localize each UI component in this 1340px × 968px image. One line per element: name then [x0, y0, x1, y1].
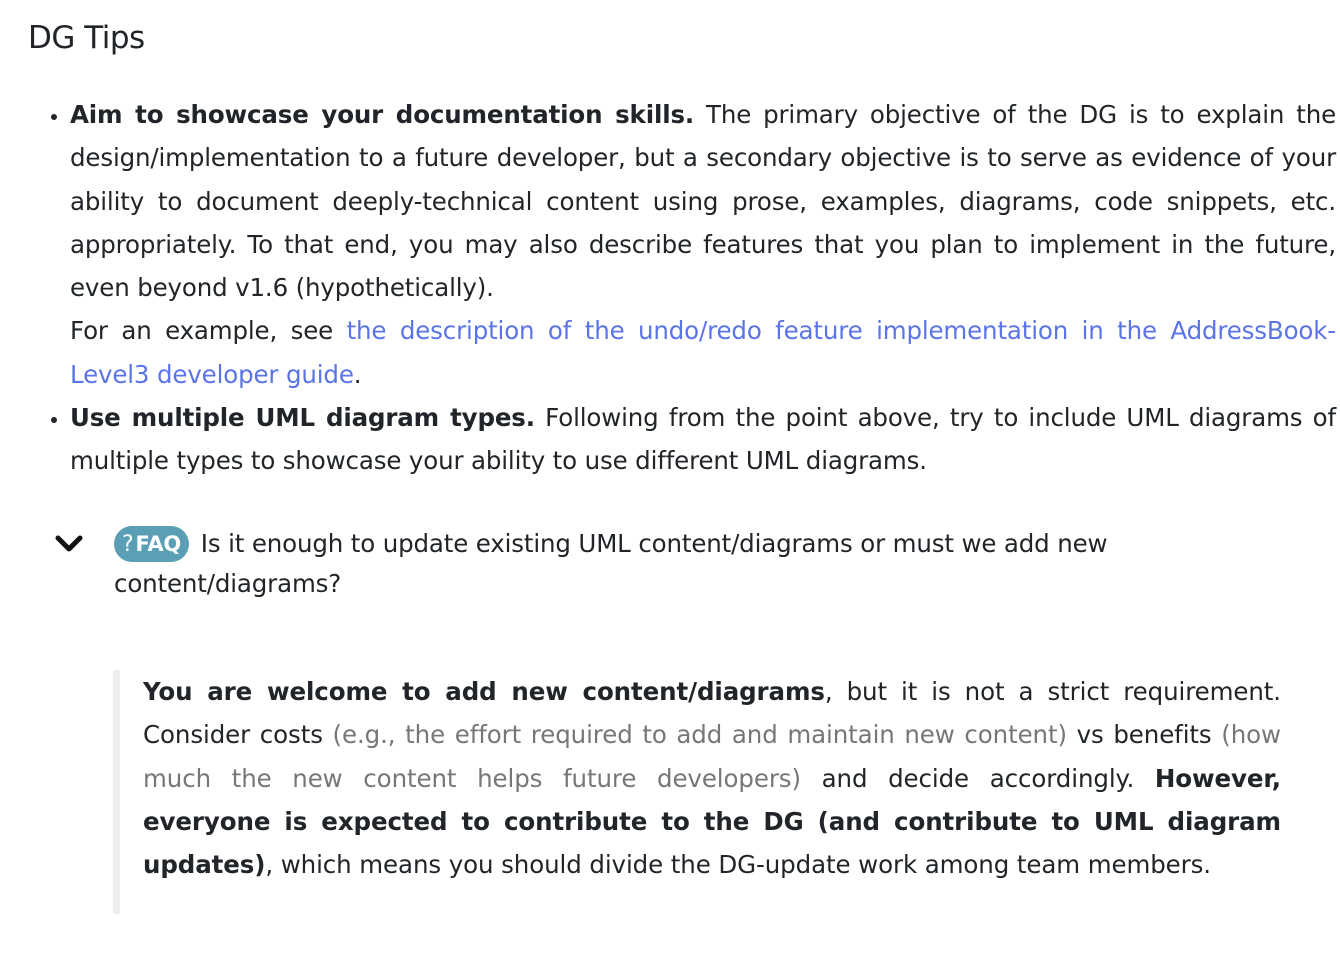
tip-text: The primary objective of the DG is to ex…: [70, 100, 1336, 303]
tip-title: Use multiple UML diagram types.: [70, 403, 535, 433]
answer-text: You are welcome to add new content/diagr…: [143, 670, 1281, 886]
list-item: Aim to showcase your documentation skill…: [70, 93, 1336, 396]
chevron-down-icon[interactable]: [54, 530, 84, 558]
faq-badge-label: FAQ: [135, 532, 182, 556]
faq-badge: ?FAQ: [114, 526, 190, 562]
answer-span: vs benefits: [1066, 720, 1222, 750]
question-icon: ?: [122, 532, 134, 557]
answer-bold: You are welcome to add new content/diagr…: [143, 677, 825, 706]
list-item: Use multiple UML diagram types. Followin…: [70, 396, 1336, 483]
answer-span: and decide accordingly.: [800, 763, 1155, 793]
faq-question[interactable]: ?FAQ Is it enough to update existing UML…: [114, 524, 1124, 604]
page-title: DG Tips: [28, 20, 145, 56]
page: DG Tips Aim to showcase your documentati…: [0, 0, 1340, 968]
answer-span: , which means you should divide the DG-u…: [265, 850, 1211, 880]
answer-aside: (e.g., the effort required to add and ma…: [332, 720, 1068, 750]
example-suffix: .: [353, 359, 362, 389]
faq-answer: You are welcome to add new content/diagr…: [113, 670, 1281, 914]
tip-title: Aim to showcase your documentation skill…: [70, 100, 695, 129]
faq-question-text: Is it enough to update existing UML cont…: [114, 529, 1108, 598]
tips-list: Aim to showcase your documentation skill…: [0, 93, 1336, 483]
example-prefix: For an example, see: [70, 316, 347, 346]
